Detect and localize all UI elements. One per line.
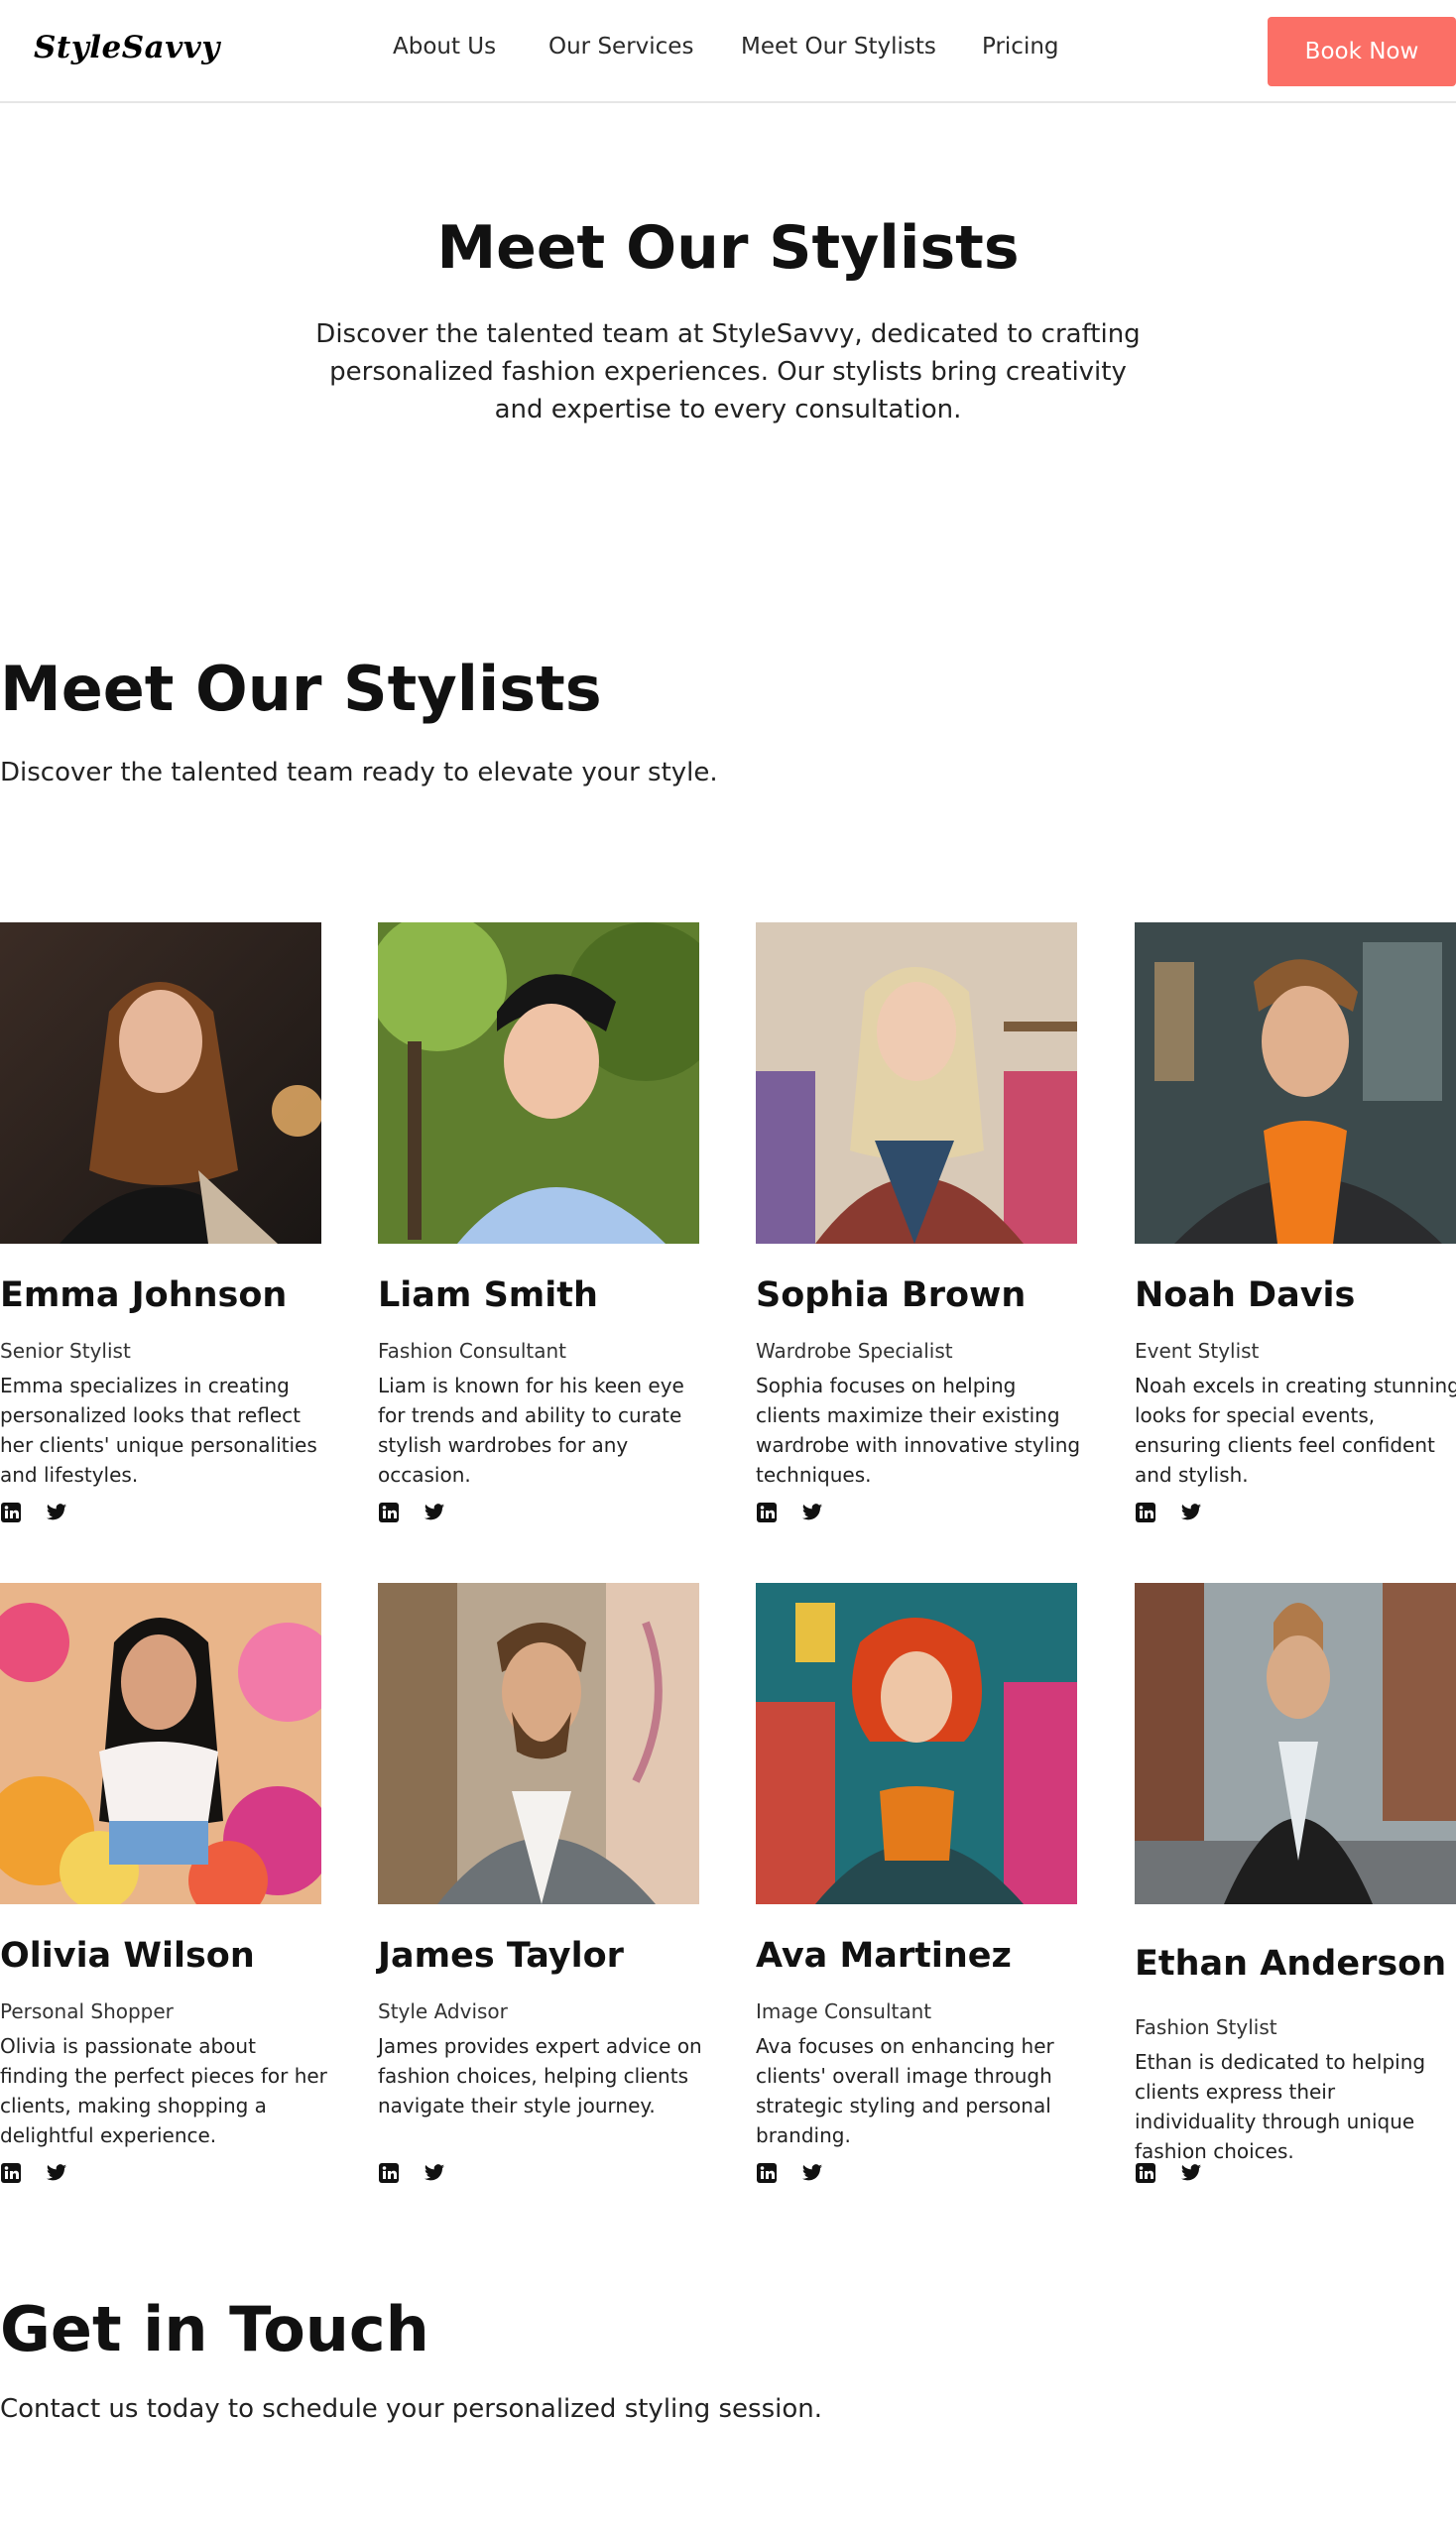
stylist-bio: Emma specializes in creating personalize…	[0, 1374, 317, 1487]
nav-meet-our-stylists[interactable]: Meet Our Stylists	[741, 34, 936, 60]
linkedin-icon[interactable]	[756, 1502, 778, 1523]
stylist-name: James Taylor	[378, 1936, 624, 1976]
twitter-icon[interactable]	[801, 1502, 823, 1523]
twitter-icon[interactable]	[1180, 1502, 1202, 1523]
stylist-bio: Olivia is passionate about finding the p…	[0, 2034, 327, 2147]
stylist-card: James Taylor Style Advisor James provide…	[378, 1583, 702, 2183]
linkedin-icon[interactable]	[378, 2162, 400, 2184]
stylist-name: Noah Davis	[1135, 1275, 1356, 1315]
stylist-card: Ava Martinez Image Consultant Ava focuse…	[756, 1583, 1077, 2183]
stylist-name: Ava Martinez	[756, 1936, 1012, 1976]
team-section-subtitle: Discover the talented team ready to elev…	[0, 758, 718, 787]
stylist-role: Personal Shopper	[0, 1999, 174, 2023]
stylist-role: Image Consultant	[756, 1999, 932, 2023]
contact-text: Contact us today to schedule your person…	[0, 2394, 823, 2424]
stylist-name: Ethan Anderson	[1135, 1944, 1447, 1984]
site-header: StyleSavvy About Us Our Services Meet Ou…	[0, 0, 1456, 103]
twitter-icon[interactable]	[424, 1502, 445, 1523]
stylist-card: Olivia Wilson Personal Shopper Olivia is…	[0, 1583, 327, 2183]
stylist-name: Sophia Brown	[756, 1275, 1027, 1315]
nav-pricing[interactable]: Pricing	[982, 34, 1059, 60]
social-links	[0, 2162, 67, 2184]
nav-our-services[interactable]: Our Services	[548, 34, 693, 60]
stylist-bio: Ava focuses on enhancing her clients' ov…	[756, 2034, 1054, 2147]
linkedin-icon[interactable]	[1135, 2162, 1156, 2184]
twitter-icon[interactable]	[1180, 2162, 1202, 2184]
linkedin-icon[interactable]	[378, 1502, 400, 1523]
stylist-name: Liam Smith	[378, 1275, 598, 1315]
stylist-name: Olivia Wilson	[0, 1936, 255, 1976]
stylist-card: Ethan Anderson Fashion Stylist Ethan is …	[1135, 1583, 1456, 2183]
stylist-bio: Liam is known for his keen eye for trend…	[378, 1374, 684, 1487]
stylist-photo	[378, 1583, 699, 1904]
stylist-bio: Sophia focuses on helping clients maximi…	[756, 1374, 1081, 1487]
nav-about-us[interactable]: About Us	[393, 34, 496, 60]
stylist-photo	[1135, 922, 1456, 1244]
stylist-photo	[0, 1583, 321, 1904]
stylist-card: Emma Johnson Senior Stylist Emma special…	[0, 922, 321, 1522]
stylist-name: Emma Johnson	[0, 1275, 288, 1315]
twitter-icon[interactable]	[801, 2162, 823, 2184]
linkedin-icon[interactable]	[0, 1502, 22, 1523]
book-now-button[interactable]: Book Now	[1268, 17, 1456, 86]
stylist-role: Fashion Consultant	[378, 1339, 566, 1363]
brand-logo[interactable]: StyleSavvy	[34, 30, 220, 65]
team-section-title: Meet Our Stylists	[0, 653, 602, 725]
stylist-photo	[378, 922, 699, 1244]
stylist-bio: Noah excels in creating stunning looks f…	[1135, 1374, 1456, 1487]
social-links	[378, 2162, 445, 2184]
stylist-photo	[756, 922, 1077, 1244]
stylist-photo	[756, 1583, 1077, 1904]
stylist-card: Sophia Brown Wardrobe Specialist Sophia …	[756, 922, 1080, 1522]
contact-title: Get in Touch	[0, 2293, 429, 2365]
social-links	[378, 1502, 445, 1523]
twitter-icon[interactable]	[46, 1502, 67, 1523]
stylist-bio: Ethan is dedicated to helping clients ex…	[1135, 2050, 1426, 2163]
hero-description: Discover the talented team at StyleSavvy…	[315, 319, 1141, 424]
twitter-icon[interactable]	[424, 2162, 445, 2184]
stylist-role: Wardrobe Specialist	[756, 1339, 953, 1363]
stylist-card: Noah Davis Event Stylist Noah excels in …	[1135, 922, 1456, 1522]
social-links	[756, 2162, 823, 2184]
hero-title: Meet Our Stylists	[436, 213, 1020, 283]
linkedin-icon[interactable]	[1135, 1502, 1156, 1523]
social-links	[0, 1502, 67, 1523]
stylist-bio: James provides expert advice on fashion …	[378, 2034, 702, 2117]
stylist-role: Style Advisor	[378, 1999, 508, 2023]
twitter-icon[interactable]	[46, 2162, 67, 2184]
stylist-photo	[1135, 1583, 1456, 1904]
linkedin-icon[interactable]	[756, 2162, 778, 2184]
stylist-role: Fashion Stylist	[1135, 2015, 1277, 2039]
stylist-role: Event Stylist	[1135, 1339, 1260, 1363]
stylist-role: Senior Stylist	[0, 1339, 131, 1363]
social-links	[1135, 2162, 1202, 2184]
stylist-photo	[0, 922, 321, 1244]
social-links	[1135, 1502, 1202, 1523]
stylist-card: Liam Smith Fashion Consultant Liam is kn…	[378, 922, 699, 1522]
social-links	[756, 1502, 823, 1523]
linkedin-icon[interactable]	[0, 2162, 22, 2184]
